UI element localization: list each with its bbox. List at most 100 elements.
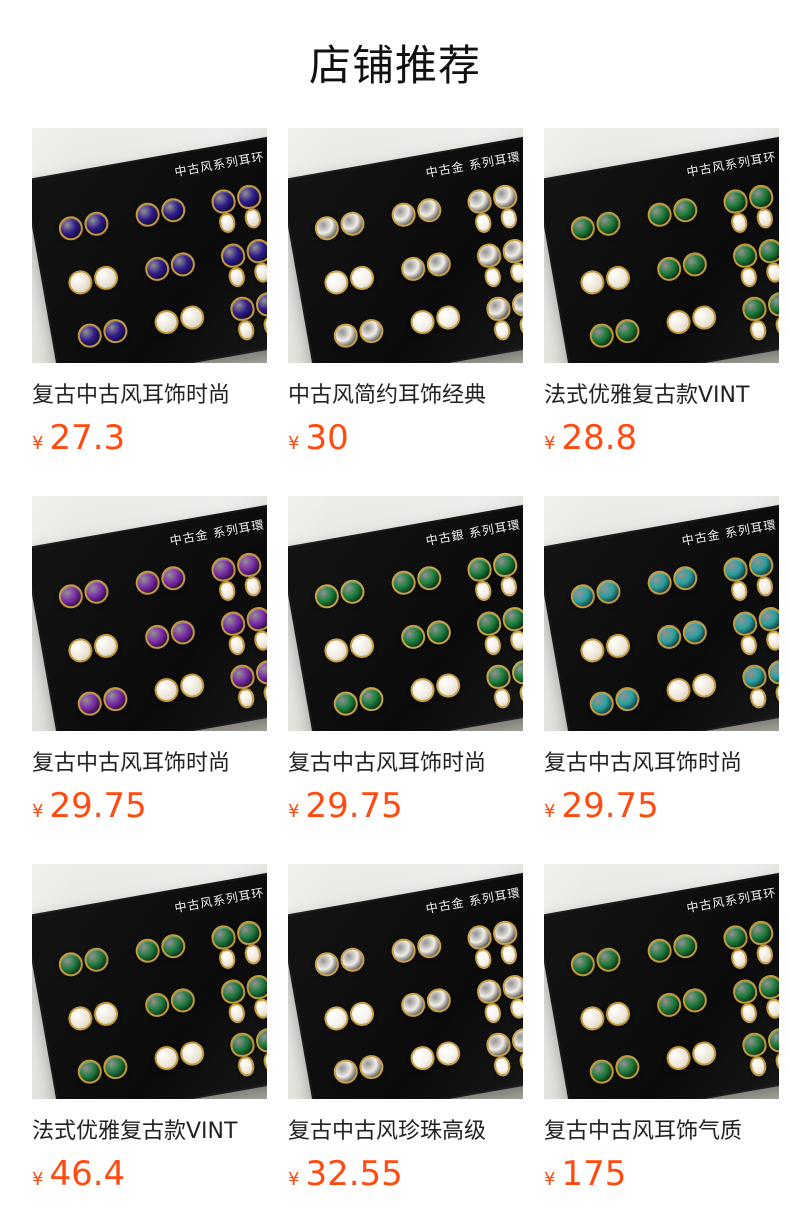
product-card[interactable]: 中古金 系列耳環 中古风简约耳饰经典 ¥ 30 <box>288 128 523 496</box>
earring-pair <box>58 625 128 680</box>
earring-pair <box>210 598 267 657</box>
product-card[interactable]: 中古金 系列耳環 复古中古风耳饰时尚 ¥ 29.75 <box>32 496 267 864</box>
earring <box>654 622 683 651</box>
earring-pair <box>476 1020 523 1078</box>
earring-drop <box>237 1055 257 1078</box>
product-card[interactable]: 中古风系列耳环 法式优雅复古款VINT ¥ 28.8 <box>544 128 779 496</box>
earring-pair <box>655 297 725 352</box>
earrings-grid <box>48 544 267 731</box>
tray-label: 中古銀 系列耳環 <box>424 517 522 549</box>
product-name[interactable]: 法式优雅复古款VINT <box>544 381 779 411</box>
earring <box>501 236 523 265</box>
product-name[interactable]: 复古中古风耳饰时尚 <box>32 381 267 411</box>
earring-drop <box>518 682 523 706</box>
earring-drop <box>774 682 779 706</box>
earring <box>465 555 494 584</box>
earring-pair <box>713 544 779 603</box>
earring <box>424 986 453 1015</box>
earring <box>491 918 520 947</box>
earring <box>398 990 427 1019</box>
earring-drop <box>509 629 523 652</box>
earring <box>75 322 104 350</box>
earring-pair <box>457 544 523 603</box>
earring <box>604 263 632 292</box>
product-card[interactable]: 中古金 系列耳環 复古中古风珍珠高级 ¥ 32.55 <box>288 864 523 1232</box>
earring-drop <box>493 687 513 710</box>
earring-drop <box>474 947 494 971</box>
earring-drop <box>218 211 238 235</box>
price-amount: 29.75 <box>305 786 403 826</box>
product-image[interactable]: 中古风系列耳环 <box>544 864 779 1099</box>
price-currency: ¥ <box>288 1169 300 1190</box>
earring-drop <box>227 265 247 289</box>
product-name[interactable]: 复古中古风耳饰时尚 <box>32 749 267 779</box>
earring-pair <box>323 1047 393 1099</box>
product-card[interactable]: 中古风系列耳环 法式优雅复古款VINT ¥ 46.4 <box>32 864 267 1232</box>
earring <box>209 555 238 584</box>
earring <box>219 609 248 638</box>
earring-drop <box>755 943 775 966</box>
earring <box>312 950 341 979</box>
price-currency: ¥ <box>32 801 44 822</box>
earring <box>322 268 351 297</box>
product-image[interactable]: 中古风系列耳环 <box>544 128 779 363</box>
product-name[interactable]: 复古中古风耳饰时尚 <box>288 749 523 779</box>
earring <box>484 1031 513 1059</box>
product-name[interactable]: 复古中古风珍珠高级 <box>288 1117 523 1147</box>
earring <box>740 1031 769 1059</box>
earrings-grid <box>48 912 267 1099</box>
earring <box>152 1044 181 1073</box>
earring-drop <box>749 1055 769 1078</box>
earring <box>338 577 367 606</box>
earring <box>757 604 779 633</box>
earring <box>56 214 85 243</box>
earring <box>613 317 642 346</box>
earring <box>434 304 462 332</box>
earring-pair <box>713 912 779 971</box>
earrings-grid <box>560 544 779 731</box>
earring <box>510 290 523 319</box>
product-name[interactable]: 复古中古风耳饰气质 <box>544 1117 779 1147</box>
earring-drop <box>483 265 503 289</box>
tray-label: 中古金 系列耳環 <box>424 885 522 917</box>
earring-pair <box>210 230 267 289</box>
product-card[interactable]: 中古銀 系列耳環 复古中古风耳饰时尚 ¥ 29.75 <box>288 496 523 864</box>
price-currency: ¥ <box>288 433 300 454</box>
product-price: ¥ 29.75 <box>32 787 267 826</box>
price-currency: ¥ <box>544 433 556 454</box>
product-card[interactable]: 中古风系列耳环 复古中古风耳饰气质 ¥ 175 <box>544 864 779 1232</box>
earring <box>766 1026 779 1055</box>
earring <box>245 604 267 633</box>
product-image[interactable]: 中古金 系列耳環 <box>544 496 779 731</box>
earring <box>587 322 616 350</box>
product-image[interactable]: 中古銀 系列耳環 <box>288 496 523 731</box>
earring <box>721 555 750 584</box>
earring-pair <box>655 665 725 720</box>
tray-label: 中古金 系列耳環 <box>168 517 266 549</box>
product-image[interactable]: 中古金 系列耳環 <box>288 864 523 1099</box>
earring <box>92 999 120 1028</box>
product-image[interactable]: 中古金 系列耳環 <box>288 128 523 363</box>
earring <box>75 690 104 718</box>
earring-pair <box>722 598 779 657</box>
product-card[interactable]: 中古风系列耳环 复古中古风耳饰时尚 ¥ 27.3 <box>32 128 267 496</box>
earring-drop <box>262 682 267 706</box>
earring <box>415 932 443 961</box>
product-name[interactable]: 法式优雅复古款VINT <box>32 1117 267 1147</box>
product-card[interactable]: 中古金 系列耳環 复古中古风耳饰时尚 ¥ 29.75 <box>544 496 779 864</box>
earring-drop <box>227 1001 247 1025</box>
earring-drop <box>474 211 494 235</box>
earring <box>484 295 513 323</box>
earring <box>645 936 674 965</box>
earring <box>56 950 85 979</box>
earring <box>133 200 162 229</box>
earring-pair <box>314 257 384 312</box>
earring <box>578 1004 607 1033</box>
product-image[interactable]: 中古风系列耳环 <box>32 864 267 1099</box>
earring-pair <box>314 625 384 680</box>
product-image[interactable]: 中古金 系列耳環 <box>32 496 267 731</box>
product-image[interactable]: 中古风系列耳环 <box>32 128 267 363</box>
earring-pair <box>67 1047 137 1099</box>
product-name[interactable]: 复古中古风耳饰时尚 <box>544 749 779 779</box>
product-name[interactable]: 中古风简约耳饰经典 <box>288 381 523 411</box>
